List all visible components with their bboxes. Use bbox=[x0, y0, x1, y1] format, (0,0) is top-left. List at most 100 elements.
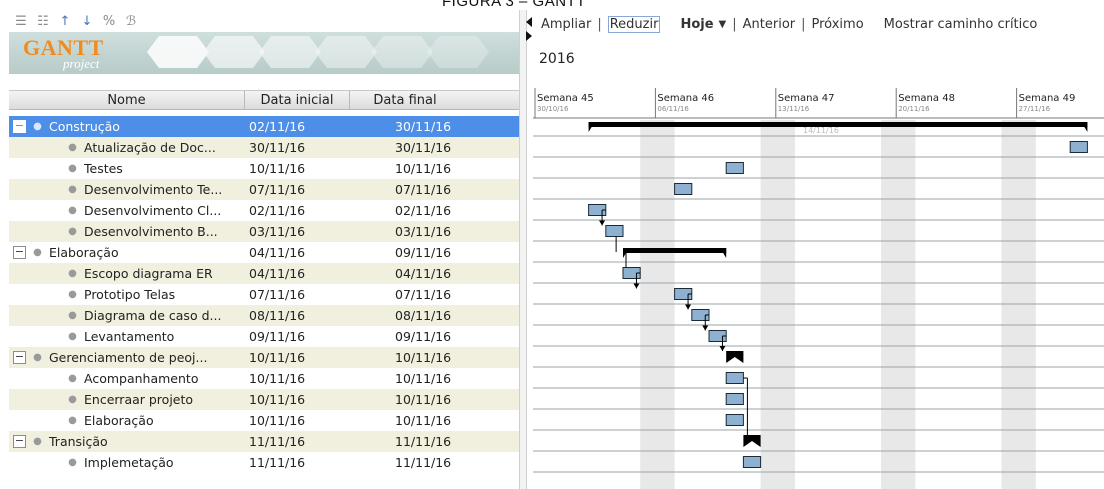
task-name: Diagrama de caso d... bbox=[84, 308, 222, 323]
today-button[interactable]: Hoje bbox=[680, 17, 713, 32]
gantt-logo-sub: project bbox=[63, 56, 100, 71]
previous-button[interactable]: Anterior bbox=[743, 17, 795, 32]
next-button[interactable]: Próximo bbox=[812, 17, 864, 32]
task-end-date: 10/11/16 bbox=[395, 371, 452, 386]
task-name: Implemetação bbox=[84, 455, 174, 470]
task-start-date: 04/11/16 bbox=[249, 266, 306, 281]
task-row[interactable]: ● Prototipo Telas 07/11/16 07/11/16 bbox=[9, 284, 519, 305]
task-row[interactable]: ● Desenvolvimento B... 03/11/16 03/11/16 bbox=[9, 221, 519, 242]
collapse-icon[interactable]: − bbox=[13, 120, 26, 133]
critical-path-button[interactable]: Mostrar caminho crítico bbox=[884, 17, 1038, 32]
task-name: Elaboração bbox=[49, 245, 119, 260]
task-bullet-icon: ● bbox=[68, 457, 77, 468]
task-name: Transição bbox=[49, 434, 108, 449]
task-row[interactable]: ● Implemetação 11/11/16 11/11/16 bbox=[9, 452, 519, 473]
task-bullet-icon: ● bbox=[68, 184, 77, 195]
task-start-date: 04/11/16 bbox=[249, 245, 306, 260]
task-end-date: 07/11/16 bbox=[395, 182, 452, 197]
task-table-body: − ● Construção 02/11/16 30/11/16 ● Atualização… bbox=[9, 116, 519, 473]
task-name: Acompanhamento bbox=[84, 371, 199, 386]
task-name-cell: ● Elaboração bbox=[9, 413, 245, 428]
collapse-right-icon[interactable] bbox=[526, 31, 532, 41]
task-name-cell: ● Escopo diagrama ER bbox=[9, 266, 245, 281]
indent-icon[interactable]: ☰ bbox=[13, 13, 29, 29]
task-row[interactable]: ● Desenvolvimento Cl... 02/11/16 02/11/16 bbox=[9, 200, 519, 221]
task-end-date: 10/11/16 bbox=[395, 350, 452, 365]
task-name-cell: ● Desenvolvimento Cl... bbox=[9, 203, 245, 218]
task-bullet-icon: ● bbox=[68, 289, 77, 300]
pane-splitter[interactable] bbox=[519, 10, 527, 489]
gantt-chart-pane: Semana 45 30/10/16 Semana 46 06/11/16 Semana… bbox=[533, 10, 1104, 489]
task-end-date: 30/11/16 bbox=[395, 119, 452, 134]
task-start-date: 07/11/16 bbox=[249, 182, 306, 197]
today-dropdown-icon[interactable]: ▼ bbox=[719, 19, 727, 30]
task-row[interactable]: ● Elaboração 10/11/16 10/11/16 bbox=[9, 410, 519, 431]
task-row[interactable]: ● Atualização de Doc... 30/11/16 30/11/16 bbox=[9, 137, 519, 158]
task-group-row[interactable]: − ● Construção 02/11/16 30/11/16 bbox=[9, 116, 519, 137]
task-group-row[interactable]: − ● Gerenciamento de peoj... 10/11/16 10/11/… bbox=[9, 347, 519, 368]
task-end-date: 10/11/16 bbox=[395, 161, 452, 176]
task-start-date: 10/11/16 bbox=[249, 371, 306, 386]
separator: | bbox=[597, 16, 602, 32]
dependency-arrowhead bbox=[702, 325, 709, 331]
link-icon[interactable]: % bbox=[101, 13, 117, 29]
milestone-marker bbox=[726, 351, 744, 363]
task-bullet-icon: ● bbox=[68, 373, 77, 384]
task-bar bbox=[1069, 141, 1088, 153]
week-date: 06/11/16 bbox=[657, 105, 689, 113]
task-name-cell: ● Diagrama de caso d... bbox=[9, 308, 245, 323]
task-end-date: 09/11/16 bbox=[395, 245, 452, 260]
task-row[interactable]: ● Diagrama de caso d... 08/11/16 08/11/16 bbox=[9, 305, 519, 326]
collapse-icon[interactable]: − bbox=[13, 435, 26, 448]
task-start-date: 07/11/16 bbox=[249, 287, 306, 302]
dependency-arrowhead bbox=[599, 220, 606, 226]
milestone-marker bbox=[743, 435, 761, 447]
task-end-date: 09/11/16 bbox=[395, 329, 452, 344]
column-header-start[interactable]: Data inicial bbox=[245, 91, 350, 109]
task-name-cell: ● Desenvolvimento B... bbox=[9, 224, 245, 239]
unlink-icon[interactable]: ℬ bbox=[123, 13, 139, 29]
collapse-left-icon[interactable] bbox=[526, 17, 532, 27]
task-group-row[interactable]: − ● Transição 11/11/16 11/11/16 bbox=[9, 431, 519, 452]
task-bullet-icon: ● bbox=[68, 268, 77, 279]
task-bullet-icon: ● bbox=[68, 142, 77, 153]
task-row[interactable]: ● Escopo diagrama ER 04/11/16 04/11/16 bbox=[9, 263, 519, 284]
task-bar bbox=[725, 393, 744, 405]
task-bullet-icon: ● bbox=[68, 163, 77, 174]
collapse-icon[interactable]: − bbox=[13, 246, 26, 259]
task-bullet-icon: ● bbox=[68, 331, 77, 342]
move-down-icon[interactable]: ↓ bbox=[79, 13, 95, 29]
task-row[interactable]: ● Acompanhamento 10/11/16 10/11/16 bbox=[9, 368, 519, 389]
task-row[interactable]: ● Testes 10/11/16 10/11/16 bbox=[9, 158, 519, 179]
outdent-icon[interactable]: ☷ bbox=[35, 13, 51, 29]
task-name: Gerenciamento de peoj... bbox=[49, 350, 208, 365]
task-bullet-icon: ● bbox=[68, 226, 77, 237]
zoom-in-button[interactable]: Ampliar bbox=[541, 17, 591, 32]
task-start-date: 08/11/16 bbox=[249, 308, 306, 323]
move-up-icon[interactable]: ↑ bbox=[57, 13, 73, 29]
task-start-date: 11/11/16 bbox=[249, 455, 306, 470]
summary-date-label: 14/11/16 bbox=[803, 126, 839, 135]
collapse-icon[interactable]: − bbox=[13, 351, 26, 364]
task-row[interactable]: ● Encerraar projeto 10/11/16 10/11/16 bbox=[9, 389, 519, 410]
task-row[interactable]: ● Levantamento 09/11/16 09/11/16 bbox=[9, 326, 519, 347]
task-name: Desenvolvimento Te... bbox=[84, 182, 223, 197]
logo-banner: GANTT project bbox=[9, 32, 519, 74]
task-start-date: 30/11/16 bbox=[249, 140, 306, 155]
task-name-cell: − ● Construção bbox=[9, 119, 245, 134]
task-start-date: 10/11/16 bbox=[249, 413, 306, 428]
task-name-cell: − ● Elaboração bbox=[9, 245, 245, 260]
task-bullet-icon: ● bbox=[33, 121, 42, 132]
separator: | bbox=[801, 16, 806, 32]
task-name-cell: ● Testes bbox=[9, 161, 245, 176]
week-date: 27/11/16 bbox=[1019, 105, 1051, 113]
task-row[interactable]: ● Desenvolvimento Te... 07/11/16 07/11/16 bbox=[9, 179, 519, 200]
column-header-name[interactable]: Nome bbox=[9, 91, 245, 109]
dependency-arrowhead bbox=[685, 304, 692, 310]
task-bar bbox=[605, 225, 624, 237]
column-header-end[interactable]: Data final bbox=[350, 91, 460, 109]
zoom-out-button[interactable]: Reduzir bbox=[607, 15, 661, 33]
task-bullet-icon: ● bbox=[68, 415, 77, 426]
task-group-row[interactable]: − ● Elaboração 04/11/16 09/11/16 bbox=[9, 242, 519, 263]
chart-toolbar: Ampliar | Reduzir Hoje ▼ | Anterior | Pr… bbox=[541, 10, 1037, 38]
